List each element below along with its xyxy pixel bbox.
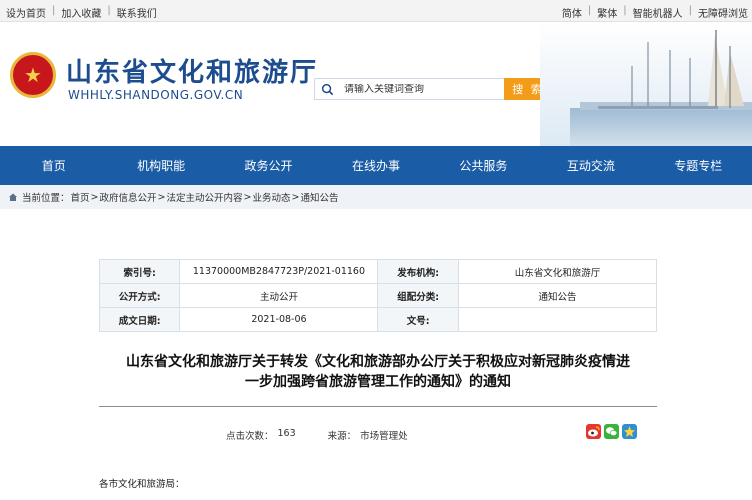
- search-bar: 搜 索: [314, 78, 552, 100]
- nav-item-special-topics[interactable]: 专题专栏: [645, 146, 752, 185]
- article-info: 点击次数： 163 来源： 市场管理处: [226, 428, 408, 442]
- qzone-icon[interactable]: [622, 424, 637, 439]
- divider: |: [52, 5, 56, 16]
- meta-value: 通知公告: [457, 283, 658, 308]
- meta-value: 主动公开: [179, 283, 379, 308]
- meta-key: 索引号:: [98, 259, 181, 284]
- breadcrumb: 当前位置： 首页 > 政府信息公开 > 法定主动公开内容 > 业务动态 > 通知公告: [0, 185, 752, 209]
- article-title-line: 一步加强跨省旅游管理工作的通知》的通知: [245, 374, 511, 390]
- clicks-count: 163: [277, 428, 296, 439]
- traditional-chinese-link[interactable]: 繁体: [597, 5, 617, 20]
- meta-value: [457, 307, 658, 332]
- breadcrumb-item[interactable]: 法定主动公开内容: [166, 190, 242, 204]
- nav-item-online-services[interactable]: 在线办事: [322, 146, 429, 185]
- accessibility-link[interactable]: 无障碍浏览: [698, 5, 748, 20]
- contact-us-link[interactable]: 联系我们: [117, 5, 157, 20]
- nav-item-public-services[interactable]: 公共服务: [430, 146, 537, 185]
- top-right-links: 简体 | 繁体 | 智能机器人 | 无障碍浏览: [562, 5, 748, 20]
- divider: |: [623, 5, 627, 16]
- home-icon: [9, 193, 17, 201]
- breadcrumb-item[interactable]: 政府信息公开: [100, 190, 157, 204]
- meta-key: 发布机构:: [377, 259, 459, 284]
- set-homepage-link[interactable]: 设为首页: [6, 5, 46, 20]
- nav-item-interaction[interactable]: 互动交流: [537, 146, 644, 185]
- search-icon: [321, 83, 334, 95]
- meta-key: 文号:: [377, 307, 459, 332]
- table-row: 公开方式: 主动公开 组配分类: 通知公告: [98, 283, 658, 308]
- search-input[interactable]: [344, 83, 484, 95]
- weibo-icon[interactable]: [586, 424, 601, 439]
- site-title[interactable]: 山东省文化和旅游厅: [66, 52, 318, 89]
- national-emblem-icon[interactable]: ★: [10, 52, 56, 98]
- table-row: 成文日期: 2021-08-06 文号:: [98, 307, 658, 332]
- top-left-links: 设为首页 | 加入收藏 | 联系我们: [6, 5, 157, 20]
- article-salutation: 各市文化和旅游局：: [99, 479, 185, 490]
- share-buttons: [586, 424, 637, 439]
- breadcrumb-item[interactable]: 业务动态: [252, 190, 290, 204]
- meta-key: 公开方式:: [98, 283, 181, 308]
- meta-key: 组配分类:: [377, 283, 459, 308]
- divider: |: [587, 5, 592, 16]
- article-title-line: 山东省文化和旅游厅关于转发《文化和旅游部办公厅关于积极应对新冠肺炎疫情进: [126, 354, 630, 370]
- chatbot-link[interactable]: 智能机器人: [633, 5, 683, 20]
- breadcrumb-item[interactable]: 首页: [71, 190, 90, 204]
- meta-key: 成文日期:: [98, 307, 181, 332]
- top-utility-bar: 设为首页 | 加入收藏 | 联系我们 简体 | 繁体 | 智能机器人 | 无障碍…: [0, 0, 752, 22]
- site-domain: WHHLY.SHANDONG.GOV.CN: [68, 88, 244, 102]
- nav-item-home[interactable]: 首页: [0, 146, 107, 185]
- divider: |: [688, 5, 692, 16]
- wechat-icon[interactable]: [604, 424, 619, 439]
- nav-item-government-affairs[interactable]: 政务公开: [215, 146, 322, 185]
- meta-value: 山东省文化和旅游厅: [457, 259, 658, 284]
- clicks-label: 点击次数：: [226, 431, 274, 442]
- simplified-chinese-link[interactable]: 简体: [562, 5, 582, 20]
- add-favorite-link[interactable]: 加入收藏: [61, 5, 101, 20]
- breadcrumb-prefix: 当前位置：: [22, 193, 70, 204]
- article-title: 山东省文化和旅游厅关于转发《文化和旅游部办公厅关于积极应对新冠肺炎疫情进 一步加…: [99, 352, 657, 392]
- header-harbor-image: [540, 22, 752, 146]
- nav-item-functions[interactable]: 机构职能: [107, 146, 214, 185]
- site-header: ★ 山东省文化和旅游厅 WHHLY.SHANDONG.GOV.CN 搜 索: [0, 22, 752, 146]
- divider: [99, 406, 657, 407]
- table-row: 索引号: 11370000MB2847723P/2021-01160 发布机构:…: [98, 259, 658, 284]
- source-value: 市场管理处: [360, 431, 408, 442]
- document-metadata-table: 索引号: 11370000MB2847723P/2021-01160 发布机构:…: [98, 259, 658, 332]
- divider: |: [107, 5, 111, 16]
- breadcrumb-item[interactable]: 通知公告: [300, 190, 338, 204]
- source-label: 来源：: [327, 431, 357, 442]
- meta-value: 11370000MB2847723P/2021-01160: [179, 259, 379, 284]
- search-box[interactable]: [314, 78, 504, 100]
- meta-value: 2021-08-06: [179, 307, 379, 332]
- main-nav: 首页 机构职能 政务公开 在线办事 公共服务 互动交流 专题专栏: [0, 146, 752, 185]
